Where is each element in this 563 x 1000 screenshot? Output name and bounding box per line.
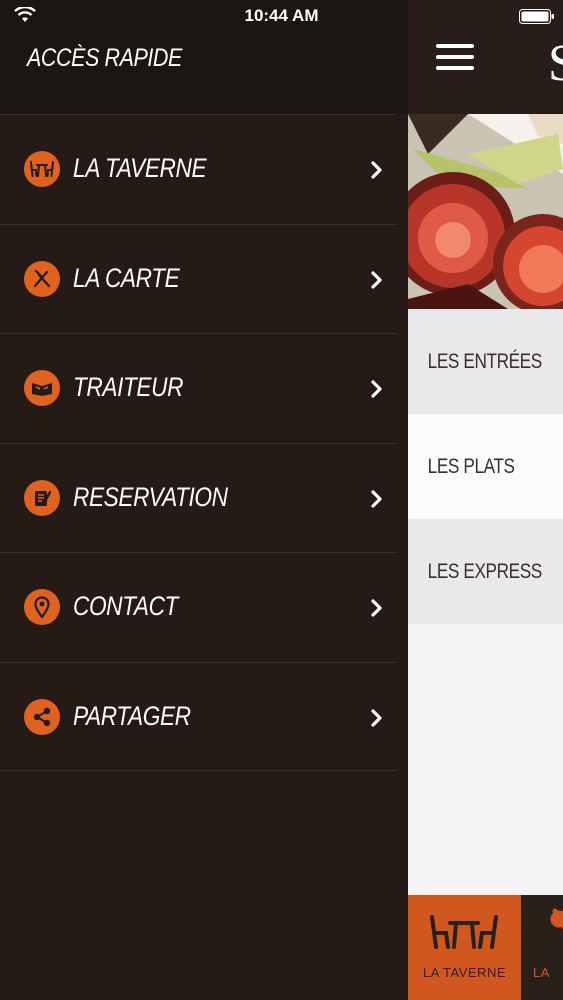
drawer-menu: LA TAVERNE LA CARTE TRAITEUR RESERVATION… (0, 114, 397, 771)
drawer-item-reservation[interactable]: RESERVATION (0, 442, 397, 553)
side-drawer: ACCÈS RAPIDE LA TAVERNE LA CARTE TRAITEU… (0, 0, 408, 1000)
drawer-title: ACCÈS RAPIDE (27, 44, 182, 72)
tab-label: LA (533, 965, 550, 980)
taverne-table-icon (24, 151, 60, 187)
drawer-item-label: LA TAVERNE (73, 153, 207, 183)
fork-knife-icon (24, 260, 60, 297)
location-pin-icon (24, 589, 60, 625)
drawer-item-la-carte[interactable]: LA CARTE (0, 223, 397, 334)
clipboard-icon (24, 479, 60, 516)
drawer-item-partager[interactable]: PARTAGER (0, 661, 397, 771)
fork-knife-icon (550, 908, 563, 930)
battery-icon (519, 9, 554, 24)
share-icon (24, 698, 60, 735)
status-time: 10:44 AM (244, 6, 319, 25)
status-bar: 10:44 AM (0, 0, 563, 32)
drawer-item-label: LA CARTE (73, 262, 180, 293)
chevron-right-icon (371, 708, 382, 727)
main-page: S LES ENTRÉES LES PLATS LES EXPRESS LA T… (408, 0, 563, 1000)
section-plats[interactable]: LES PLATS (408, 414, 563, 519)
drawer-item-la-taverne[interactable]: LA TAVERNE (0, 114, 397, 224)
tab-la-carte[interactable]: LA (521, 895, 563, 1000)
chevron-right-icon (371, 599, 382, 617)
tab-la-taverne[interactable]: LA TAVERNE (408, 895, 521, 1000)
drawer-item-label: PARTAGER (73, 700, 191, 731)
brand-logo: S (548, 35, 563, 92)
chevron-right-icon (371, 161, 382, 179)
taverne-table-icon (430, 915, 498, 949)
hamburger-menu-icon[interactable] (436, 44, 474, 74)
catering-box-icon (24, 370, 60, 406)
section-list: LES ENTRÉES LES PLATS LES EXPRESS (408, 309, 563, 624)
drawer-item-label: CONTACT (73, 591, 178, 621)
drawer-item-label: RESERVATION (73, 481, 228, 512)
chevron-right-icon (371, 380, 382, 398)
hero-image (408, 114, 563, 309)
drawer-item-traiteur[interactable]: TRAITEUR (0, 333, 397, 443)
drawer-item-label: TRAITEUR (73, 372, 184, 402)
tab-label: LA TAVERNE (422, 965, 507, 980)
chevron-right-icon (371, 270, 382, 289)
section-entrees[interactable]: LES ENTRÉES (408, 309, 563, 414)
drawer-item-contact[interactable]: CONTACT (0, 552, 397, 662)
section-express[interactable]: LES EXPRESS (408, 519, 563, 624)
chevron-right-icon (371, 489, 382, 508)
bottom-tab-bar: LA TAVERNE LA (408, 895, 563, 1000)
